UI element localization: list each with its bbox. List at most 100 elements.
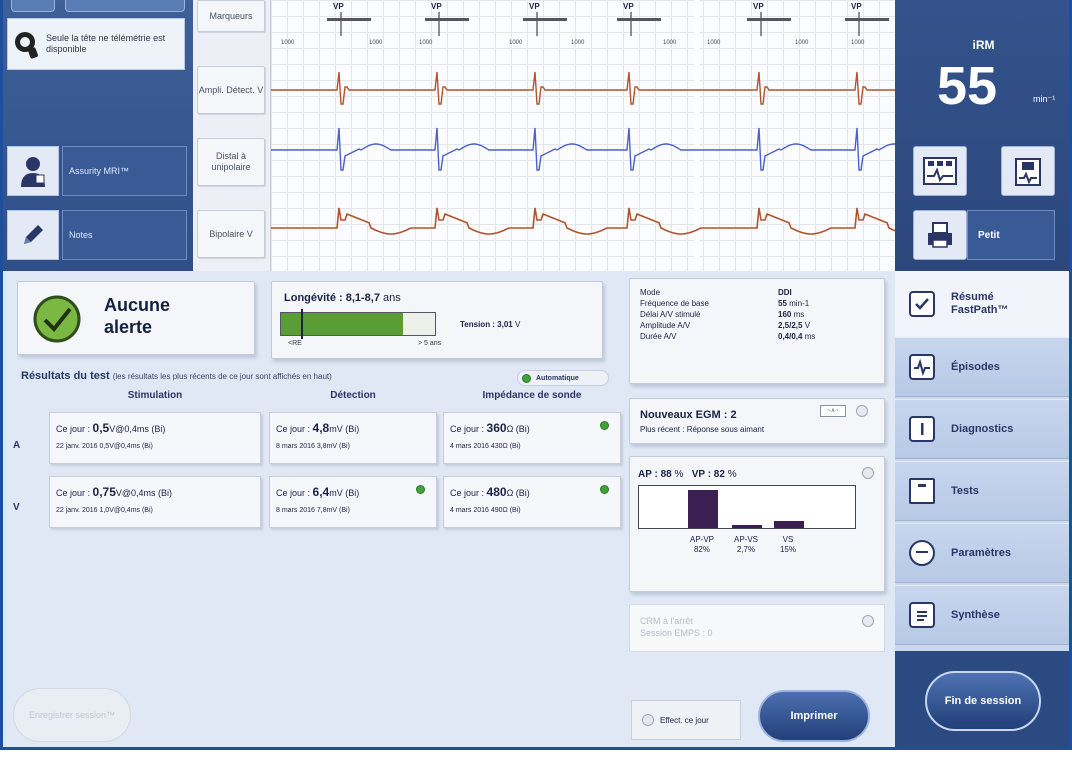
end-session-button[interactable]: Fin de session bbox=[925, 671, 1041, 731]
pacing-percent-panel[interactable]: AP : 88 % VP : 82 % AP-VP 82% AP-VS 2,7% VS 1… bbox=[629, 456, 885, 592]
record-ecg-button[interactable] bbox=[1001, 146, 1055, 196]
notes-label: Notes bbox=[62, 210, 187, 260]
check-circle-icon bbox=[33, 295, 81, 343]
channel-ampli-button[interactable]: Ampli. Détect. V bbox=[197, 66, 265, 114]
assurity-button[interactable]: Assurity MRI™ bbox=[7, 146, 187, 196]
info-icon[interactable] bbox=[862, 467, 874, 479]
det-a-previous: 8 mars 2016 3,8mV (Bi) bbox=[276, 443, 350, 450]
nav-resume-label: Résumé FastPath™ bbox=[951, 291, 1009, 316]
automatic-badge[interactable]: Automatique bbox=[517, 370, 609, 386]
mode-panel[interactable]: Mode DDI Fréquence de base 55 min-1 Délai … bbox=[629, 278, 885, 384]
imp-a-today: Ce jour : 360Ω (Bi) bbox=[450, 421, 530, 435]
col-detection: Détection bbox=[330, 390, 376, 401]
clear-today-button[interactable]: Effect. ce jour bbox=[631, 700, 741, 740]
distal-unipolar-trace bbox=[271, 127, 895, 171]
longevity-bar-fill bbox=[281, 313, 403, 335]
ecg-grid-icon bbox=[923, 157, 957, 185]
nav-tests[interactable]: Tests bbox=[895, 461, 1069, 521]
pacing-bar-label: AP-VS 2,7% bbox=[733, 535, 758, 554]
crm-line2: Session EMPS : 0 bbox=[640, 628, 713, 638]
print-button[interactable]: Imprimer bbox=[758, 690, 870, 742]
ecg-layout-button[interactable] bbox=[913, 146, 967, 196]
clear-today-label: Effect. ce jour bbox=[660, 715, 709, 725]
det-v-today: Ce jour : 6,4mV (Bi) bbox=[276, 485, 360, 499]
vp-marker-label: VP bbox=[851, 2, 862, 11]
imp-v-cell[interactable]: Ce jour : 480Ω (Bi) 4 mars 2016 490Ω (Bi… bbox=[443, 476, 621, 528]
nav-synthese[interactable]: Synthèse bbox=[895, 585, 1069, 645]
interval-value: 1000 bbox=[851, 40, 865, 46]
interval-value: 1000 bbox=[369, 40, 383, 46]
interval-bar bbox=[327, 18, 371, 21]
top-left-tab-2[interactable] bbox=[65, 0, 185, 12]
programmer-screen: Seule la tête ne télémétrie est disponib… bbox=[0, 0, 1072, 750]
vp-markers: VP VP VP VP VP VP 1000 1000 1000 1000 1000 1000 1000… bbox=[281, 2, 889, 46]
pacing-percent-title: AP : 88 % VP : 82 % bbox=[638, 469, 737, 480]
auto-check-icon bbox=[416, 485, 425, 494]
tension-value: Tension : 3,01 bbox=[460, 320, 513, 329]
nav-diagnostics[interactable]: Diagnostics bbox=[895, 399, 1069, 459]
crm-text: CRM à l'arrêt Session EMPS : 0 bbox=[640, 615, 713, 639]
longevity-value: Longévité : 8,1-8,7 bbox=[284, 292, 380, 304]
stim-v-previous: 22 janv. 2016 1,0V@0,4ms (Bi) bbox=[56, 507, 153, 514]
auto-check-icon bbox=[600, 485, 609, 494]
egm-title: Nouveaux EGM : 2 bbox=[640, 409, 737, 421]
longevity-title: Longévité : 8,1-8,7 ans bbox=[284, 292, 401, 304]
info-icon[interactable] bbox=[856, 405, 868, 417]
interval-value: 1000 bbox=[707, 40, 721, 46]
imp-v-previous: 4 mars 2016 490Ω (Bi) bbox=[450, 507, 521, 514]
document-lines-icon bbox=[909, 602, 935, 628]
nav-resume-fastpath[interactable]: Résumé FastPath™ bbox=[895, 271, 1069, 337]
nav-parametres-label: Paramètres bbox=[951, 546, 1011, 559]
petit-button[interactable]: Petit bbox=[967, 210, 1055, 260]
stim-v-cell[interactable]: Ce jour : 0,75V@0,4ms (Bi) 22 janv. 2016… bbox=[49, 476, 261, 528]
mode-row: Durée A/V 0,4/0,4 ms bbox=[640, 332, 816, 341]
printer-button[interactable] bbox=[913, 210, 967, 260]
egm-waveform-svg: VP VP VP VP VP VP 1000 1000 1000 1000 1000 1000 1000… bbox=[271, 0, 895, 271]
det-v-cell[interactable]: Ce jour : 6,4mV (Bi) 8 mars 2016 7,8mV (… bbox=[269, 476, 437, 528]
rate-value: 55 bbox=[937, 56, 998, 116]
longevity-unit: ans bbox=[383, 292, 401, 304]
mode-row: Fréquence de base 55 min-1 bbox=[640, 299, 810, 308]
results-note: (les résultats les plus récents de ce jo… bbox=[112, 372, 332, 381]
top-left-tab[interactable] bbox=[11, 0, 55, 12]
test-results-title: Résultats du test (les résultats les plu… bbox=[21, 370, 332, 382]
det-v-previous: 8 mars 2016 7,8mV (Bi) bbox=[276, 507, 350, 514]
channel-distal-button[interactable]: Distal à unipolaire bbox=[197, 138, 265, 186]
egm-panel[interactable]: Nouveaux EGM : 2 Plus récent : Réponse s… bbox=[629, 398, 885, 444]
irm-label: iRM bbox=[972, 38, 995, 52]
automatic-label: Automatique bbox=[536, 374, 579, 382]
nav-parametres[interactable]: Paramètres bbox=[895, 523, 1069, 583]
channel-marqueurs-button[interactable]: Marqueurs bbox=[197, 0, 265, 32]
auto-check-icon bbox=[600, 421, 609, 430]
right-navigation: Résumé FastPath™ Épisodes Diagnostics Te… bbox=[895, 271, 1069, 747]
session-footer: Fin de session bbox=[895, 651, 1069, 747]
alert-panel[interactable]: Aucune alerte bbox=[17, 281, 255, 355]
imp-v-today: Ce jour : 480Ω (Bi) bbox=[450, 485, 530, 499]
egm-thumbnail-icon: ~∧~ bbox=[820, 405, 846, 417]
interval-value: 1000 bbox=[571, 40, 585, 46]
nav-tests-label: Tests bbox=[951, 484, 979, 497]
device-icon bbox=[909, 540, 935, 566]
pacing-bar-chart bbox=[638, 485, 856, 529]
channel-bipolaire-button[interactable]: Bipolaire V bbox=[197, 210, 265, 258]
crm-line1: CRM à l'arrêt bbox=[640, 616, 693, 626]
stim-v-today: Ce jour : 0,75V@0,4ms (Bi) bbox=[56, 485, 173, 499]
imp-a-previous: 4 mars 2016 430Ω (Bi) bbox=[450, 443, 521, 450]
col-impedance: Impédance de sonde bbox=[482, 390, 582, 401]
longevity-marker bbox=[301, 309, 304, 339]
checkbox-icon bbox=[909, 291, 935, 317]
longevity-panel[interactable]: Longévité : 8,1-8,7 ans <RE > 5 ans Tens… bbox=[271, 281, 603, 359]
stim-a-previous: 22 janv. 2016 0,5V@0,4ms (Bi) bbox=[56, 443, 153, 450]
notes-button[interactable]: Notes bbox=[7, 210, 187, 260]
stim-a-cell[interactable]: Ce jour : 0,5V@0,4ms (Bi) 22 janv. 2016 … bbox=[49, 412, 261, 464]
interval-bar bbox=[845, 18, 889, 21]
pencil-icon bbox=[7, 210, 59, 260]
interval-value: 1000 bbox=[509, 40, 523, 46]
mode-parameters: Mode DDI Fréquence de base 55 min-1 Délai … bbox=[640, 287, 815, 342]
det-a-cell[interactable]: Ce jour : 4,8mV (Bi) 8 mars 2016 3,8mV (… bbox=[269, 412, 437, 464]
imp-a-cell[interactable]: Ce jour : 360Ω (Bi) 4 mars 2016 430Ω (Bi… bbox=[443, 412, 621, 464]
camera-ecg-icon bbox=[1015, 158, 1041, 186]
nav-episodes[interactable]: Épisodes bbox=[895, 337, 1069, 397]
col-stimulation: Stimulation bbox=[127, 390, 183, 401]
save-session-button: Enregistrer session™ bbox=[13, 688, 131, 742]
